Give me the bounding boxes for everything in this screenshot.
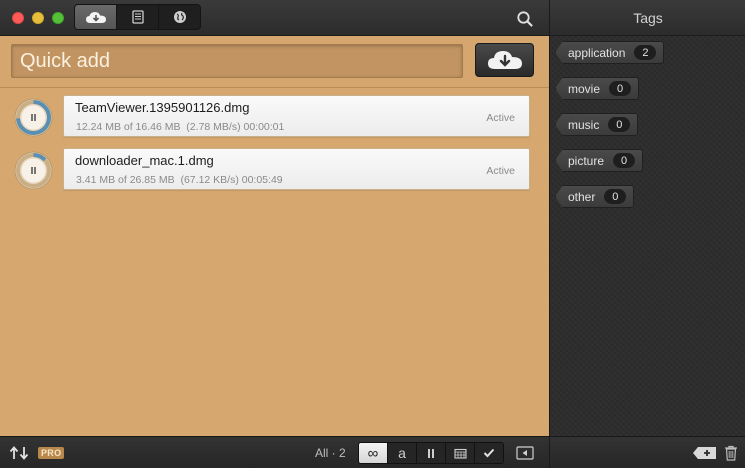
add-tag-icon[interactable] xyxy=(692,446,717,460)
pro-badge[interactable]: PRO xyxy=(38,447,65,459)
filter-paused[interactable] xyxy=(417,443,446,463)
transfer-info: 12.24 MB of 16.46 MB (2.78 MB/s) 00:00:0… xyxy=(76,121,285,133)
filter-completed[interactable] xyxy=(475,443,503,463)
tab-browser[interactable] xyxy=(159,5,200,29)
transfer-info: 3.41 MB of 26.85 MB (67.12 KB/s) 00:05:4… xyxy=(76,174,283,186)
tab-log[interactable] xyxy=(117,5,159,29)
main-pane: TeamViewer.1395901126.dmg 12.24 MB of 16… xyxy=(0,0,549,468)
tag-count: 0 xyxy=(609,81,632,96)
tag-other[interactable]: other 0 xyxy=(555,185,635,208)
tags-sidebar: Tags application 2 movie 0 music 0 pictu… xyxy=(549,0,745,468)
cloud-download-icon xyxy=(85,12,106,23)
download-progress[interactable] xyxy=(13,150,54,191)
download-item[interactable]: downloader_mac.1.dmg 3.41 MB of 26.85 MB… xyxy=(63,148,530,190)
filter-active[interactable]: a xyxy=(388,443,417,463)
download-item[interactable]: TeamViewer.1395901126.dmg 12.24 MB of 16… xyxy=(63,95,530,137)
trash-icon[interactable] xyxy=(724,445,738,461)
download-progress[interactable] xyxy=(13,97,54,138)
tag-count: 0 xyxy=(604,189,627,204)
collapse-sidebar-icon[interactable] xyxy=(516,446,534,460)
tag-label: movie xyxy=(568,81,601,96)
globe-icon xyxy=(173,11,186,23)
tag-application[interactable]: application 2 xyxy=(555,41,665,64)
tag-music[interactable]: music 0 xyxy=(555,113,639,136)
infinity-icon: ∞ xyxy=(367,444,379,462)
download-row[interactable]: downloader_mac.1.dmg 3.41 MB of 26.85 MB… xyxy=(0,148,549,192)
tag-count: 0 xyxy=(613,153,636,168)
status-label: Active xyxy=(486,112,515,124)
search-button[interactable] xyxy=(516,10,534,28)
filter-switcher: ∞ a xyxy=(358,442,504,464)
minimize-window-button[interactable] xyxy=(32,12,44,24)
file-name: TeamViewer.1395901126.dmg xyxy=(75,100,250,115)
tag-movie[interactable]: movie 0 xyxy=(555,77,640,100)
checkmark-icon xyxy=(483,448,495,458)
sidebar-title: Tags xyxy=(550,0,745,36)
filter-all[interactable]: ∞ xyxy=(359,443,388,463)
zoom-window-button[interactable] xyxy=(52,12,64,24)
document-icon xyxy=(131,10,144,24)
tag-count: 2 xyxy=(634,45,657,60)
tag-label: other xyxy=(568,189,596,204)
pause-icon xyxy=(428,448,434,458)
tag-label: picture xyxy=(568,153,605,168)
file-name: downloader_mac.1.dmg xyxy=(75,153,214,168)
letter-a-icon: a xyxy=(398,445,406,461)
quick-add-input[interactable] xyxy=(11,44,463,78)
bottom-toolbar: PRO All · 2 ∞ a xyxy=(0,436,549,468)
search-icon xyxy=(517,11,533,27)
status-label: Active xyxy=(486,165,515,177)
sidebar-toolbar xyxy=(550,436,745,468)
tag-picture[interactable]: picture 0 xyxy=(555,149,644,172)
tag-label: application xyxy=(568,45,626,60)
tag-count: 0 xyxy=(608,117,631,132)
tag-label: music xyxy=(568,117,600,132)
start-download-button[interactable] xyxy=(475,43,534,77)
calendar-icon xyxy=(453,448,467,459)
view-switcher xyxy=(74,4,201,30)
quick-add-bar xyxy=(0,36,549,88)
title-bar xyxy=(0,0,549,36)
tab-downloads[interactable] xyxy=(75,5,117,29)
filter-scheduled[interactable] xyxy=(446,443,475,463)
close-window-button[interactable] xyxy=(12,12,24,24)
download-row[interactable]: TeamViewer.1395901126.dmg 12.24 MB of 16… xyxy=(0,95,549,139)
item-count: All · 2 xyxy=(315,446,346,460)
sort-arrows-icon[interactable] xyxy=(9,446,35,460)
cloud-download-icon xyxy=(487,51,522,69)
